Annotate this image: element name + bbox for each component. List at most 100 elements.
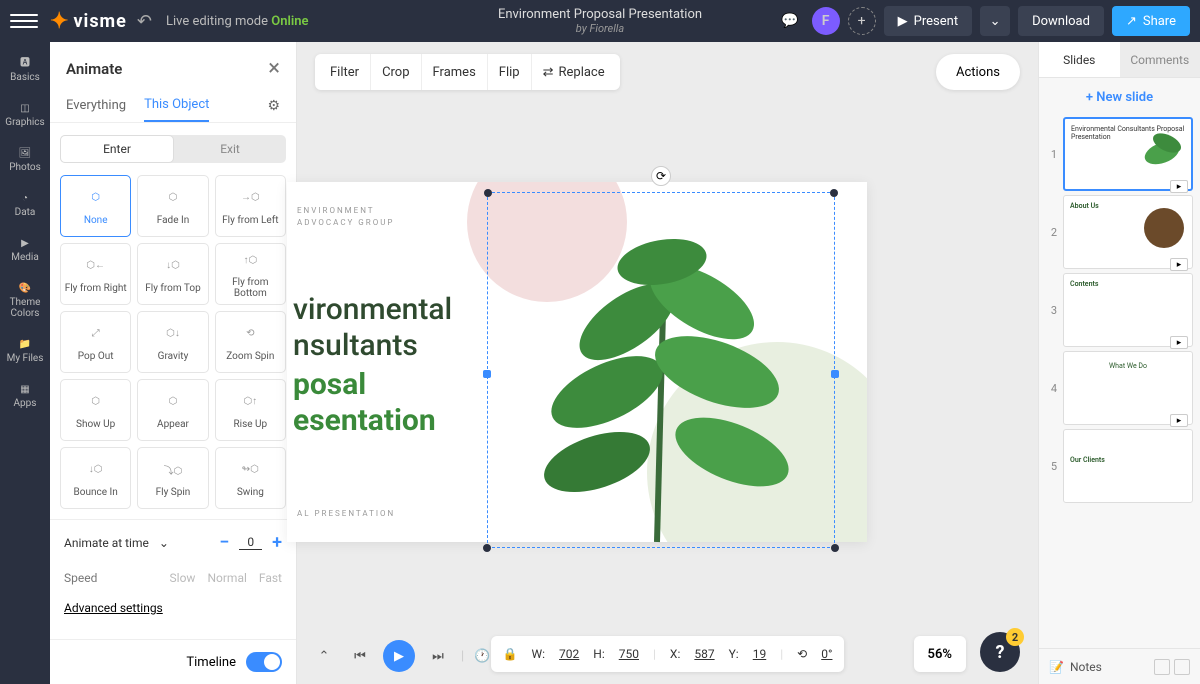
- share-button[interactable]: ↗ Share: [1112, 6, 1190, 36]
- undo-icon[interactable]: ↶: [137, 11, 152, 32]
- increase-time[interactable]: +: [272, 532, 282, 553]
- anim-fly-top[interactable]: ↓⬡Fly from Top: [137, 243, 208, 305]
- help-badge: 2: [1006, 628, 1024, 646]
- app-header: ✦visme ↶ Live editing mode Online Enviro…: [0, 0, 1200, 42]
- new-slide-button[interactable]: + New slide: [1049, 90, 1190, 105]
- comment-icon[interactable]: 💬: [776, 7, 804, 35]
- resize-handle-bl[interactable]: [483, 544, 491, 552]
- add-user-icon[interactable]: +: [848, 7, 876, 35]
- switch-exit[interactable]: Exit: [174, 135, 286, 163]
- decrease-time[interactable]: −: [219, 532, 229, 553]
- y-value[interactable]: 19: [753, 647, 767, 661]
- layout-grid-icon[interactable]: [1154, 659, 1170, 675]
- rail-graphics[interactable]: ◫Graphics: [0, 99, 50, 132]
- h-value[interactable]: 750: [619, 647, 639, 661]
- resize-handle-r[interactable]: [831, 370, 839, 378]
- notes-icon: 📝: [1049, 660, 1064, 674]
- advanced-settings-link[interactable]: Advanced settings: [50, 591, 296, 625]
- anim-fade-in[interactable]: ⬡Fade In: [137, 175, 208, 237]
- tab-comments[interactable]: Comments: [1120, 42, 1200, 77]
- slide-heading-1: vironmentalnsultants: [293, 292, 452, 364]
- notes-button[interactable]: Notes: [1070, 660, 1102, 674]
- doc-title: Environment Proposal Presentation by Fio…: [498, 7, 702, 35]
- layout-list-icon[interactable]: [1174, 659, 1190, 675]
- help-button[interactable]: ?2: [980, 632, 1020, 672]
- thumb-transition-icon[interactable]: ▸: [1170, 180, 1188, 193]
- actions-button[interactable]: Actions: [936, 54, 1020, 90]
- rail-theme[interactable]: 🎨Theme Colors: [0, 279, 50, 323]
- time-value[interactable]: 0: [239, 535, 262, 550]
- chevron-down-icon[interactable]: ⌄: [159, 536, 169, 550]
- tb-frames[interactable]: Frames: [422, 54, 488, 90]
- close-icon[interactable]: ×: [268, 56, 280, 81]
- tab-slides[interactable]: Slides: [1039, 42, 1120, 77]
- anim-fly-left[interactable]: →⬡Fly from Left: [215, 175, 286, 237]
- rotate-handle[interactable]: ⟳: [651, 166, 671, 186]
- tb-filter[interactable]: Filter: [319, 54, 371, 90]
- rotation-value[interactable]: 0°: [821, 647, 832, 661]
- anim-fly-bottom[interactable]: ↑⬡Fly from Bottom: [215, 243, 286, 305]
- tb-flip[interactable]: Flip: [488, 54, 532, 90]
- w-value[interactable]: 702: [559, 647, 579, 661]
- animate-at-label: Animate at time: [64, 536, 149, 550]
- rail-media[interactable]: ▶Media: [0, 234, 50, 267]
- h-label: H:: [593, 647, 604, 661]
- rail-apps[interactable]: ▦Apps: [0, 380, 50, 413]
- anim-show-up[interactable]: ⬡Show Up: [60, 379, 131, 441]
- present-button[interactable]: ▶ Present: [884, 6, 972, 36]
- thumb-transition-icon[interactable]: ▸: [1170, 414, 1188, 427]
- collapse-icon[interactable]: ⌃: [311, 643, 337, 669]
- rail-photos[interactable]: 🖼Photos: [0, 144, 50, 177]
- avatar[interactable]: F: [812, 7, 840, 35]
- switch-enter[interactable]: Enter: [60, 135, 174, 163]
- anim-pop-out[interactable]: ⤢Pop Out: [60, 311, 131, 373]
- speed-normal[interactable]: Normal: [207, 571, 246, 585]
- speed-label: Speed: [64, 571, 97, 585]
- thumb-transition-icon[interactable]: ▸: [1170, 336, 1188, 349]
- anim-zoom-spin[interactable]: ⟲Zoom Spin: [215, 311, 286, 373]
- anim-swing[interactable]: ↬⬡Swing: [215, 447, 286, 509]
- tab-everything[interactable]: Everything: [66, 90, 126, 121]
- play-button[interactable]: ▶: [383, 640, 415, 672]
- thumb-transition-icon[interactable]: ▸: [1170, 258, 1188, 271]
- logo: ✦visme: [50, 9, 127, 34]
- thumb-5[interactable]: Our Clients: [1063, 429, 1193, 503]
- tab-this-object[interactable]: This Object: [144, 89, 209, 122]
- lock-icon[interactable]: 🔒: [503, 647, 518, 661]
- selected-image[interactable]: ⟳: [487, 192, 835, 548]
- gear-icon[interactable]: ⚙: [267, 98, 280, 114]
- anim-gravity[interactable]: ⬡↓Gravity: [137, 311, 208, 373]
- panel-title: Animate: [66, 60, 122, 78]
- speed-slow[interactable]: Slow: [170, 571, 196, 585]
- animate-panel: Animate × Everything This Object ⚙ Enter…: [50, 42, 297, 684]
- speed-fast[interactable]: Fast: [259, 571, 282, 585]
- timeline-toggle[interactable]: [246, 652, 282, 672]
- animation-grid: ⬡None ⬡Fade In →⬡Fly from Left ⬡←Fly fro…: [50, 171, 296, 513]
- prev-icon[interactable]: ⏮: [347, 643, 373, 669]
- resize-handle-l[interactable]: [483, 370, 491, 378]
- anim-fly-right[interactable]: ⬡←Fly from Right: [60, 243, 131, 305]
- thumb-num: 5: [1045, 460, 1057, 473]
- zoom-level[interactable]: 56%: [914, 636, 966, 672]
- tb-replace[interactable]: ⇄Replace: [532, 54, 616, 90]
- rotate-icon[interactable]: ⟲: [797, 647, 807, 661]
- download-button[interactable]: Download: [1018, 6, 1104, 36]
- anim-appear[interactable]: ⬡Appear: [137, 379, 208, 441]
- anim-rise-up[interactable]: ⬡↑Rise Up: [215, 379, 286, 441]
- anim-none[interactable]: ⬡None: [60, 175, 131, 237]
- rail-basics[interactable]: 🅰Basics: [0, 50, 50, 87]
- rail-files[interactable]: 📁My Files: [0, 335, 50, 368]
- anim-bounce-in[interactable]: ↓⬡Bounce In: [60, 447, 131, 509]
- menu-icon[interactable]: [10, 14, 38, 28]
- anim-fly-spin[interactable]: ⤵⬡Fly Spin: [137, 447, 208, 509]
- replace-icon: ⇄: [543, 65, 554, 80]
- tb-crop[interactable]: Crop: [371, 54, 421, 90]
- x-value[interactable]: 587: [694, 647, 714, 661]
- rail-data[interactable]: ◔Data: [0, 189, 50, 222]
- present-dropdown[interactable]: ⌄: [980, 6, 1010, 36]
- enter-exit-switch: Enter Exit: [60, 135, 286, 163]
- next-icon[interactable]: ⏭: [425, 643, 451, 669]
- selection-box: [487, 192, 835, 548]
- object-toolbar: Filter Crop Frames Flip ⇄Replace: [315, 54, 620, 90]
- resize-handle-br[interactable]: [831, 544, 839, 552]
